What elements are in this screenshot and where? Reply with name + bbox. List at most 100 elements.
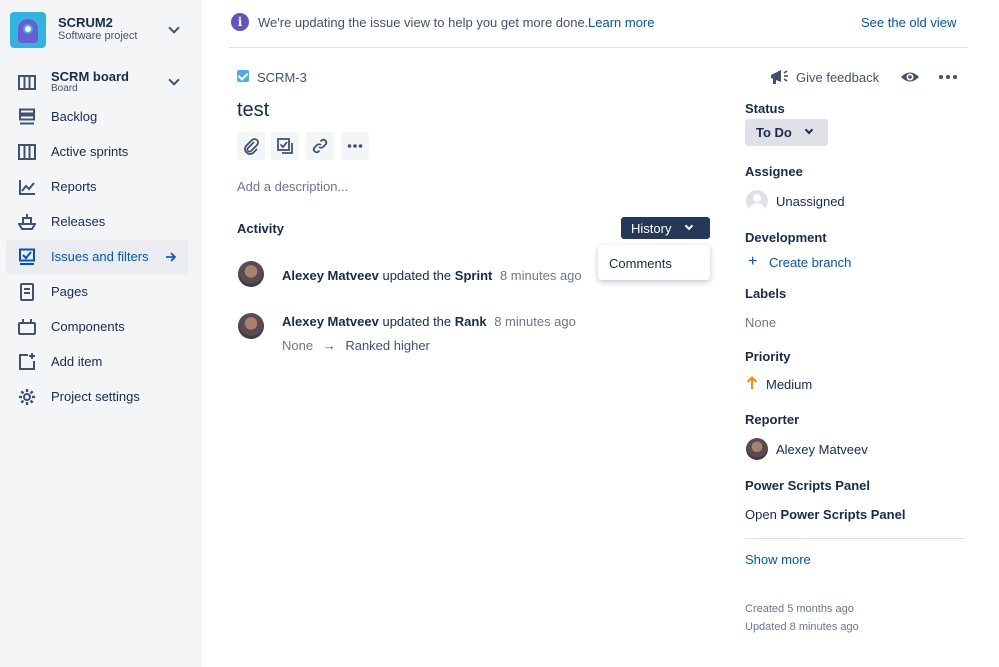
sidebar-item-label: Issues and filters bbox=[51, 249, 149, 264]
ship-icon bbox=[18, 214, 36, 230]
priority-value[interactable]: Medium bbox=[766, 377, 812, 392]
activity-heading: Activity bbox=[237, 221, 284, 236]
backlog-icon bbox=[19, 108, 35, 125]
activity-action: updated the bbox=[382, 314, 452, 329]
board-icon bbox=[18, 75, 36, 90]
chevron-down-icon bbox=[684, 221, 694, 231]
status-label: Status bbox=[745, 101, 785, 116]
issues-icon bbox=[19, 248, 35, 265]
sidebar-item-active-sprints[interactable]: Active sprints bbox=[6, 135, 188, 169]
plus-icon: + bbox=[748, 253, 758, 270]
change-to: Ranked higher bbox=[345, 338, 430, 353]
power-scripts-label: Power Scripts Panel bbox=[745, 478, 870, 493]
labels-label: Labels bbox=[745, 286, 787, 301]
chevron-down-icon bbox=[804, 125, 814, 135]
activity-filter-menu: Comments bbox=[598, 245, 710, 280]
activity-field: Rank bbox=[454, 314, 487, 329]
project-type: Software project bbox=[58, 30, 138, 42]
learn-more-link[interactable]: Learn more bbox=[588, 15, 654, 30]
chart-icon bbox=[19, 180, 35, 195]
activity-filter-label: History bbox=[631, 221, 672, 236]
reporter-label: Reporter bbox=[745, 412, 800, 427]
sidebar-item-releases[interactable]: Releases bbox=[6, 205, 188, 239]
sidebar-item-label: Pages bbox=[51, 284, 88, 299]
unassigned-avatar bbox=[746, 190, 768, 212]
sidebar-item-pages[interactable]: Pages bbox=[6, 275, 188, 309]
issue-key-link[interactable]: SCRM-3 bbox=[257, 70, 307, 85]
components-icon bbox=[18, 319, 36, 335]
sidebar-item-add-item[interactable]: Add item bbox=[6, 345, 188, 379]
sidebar-item-sublabel: Board bbox=[51, 83, 78, 94]
activity-author[interactable]: Alexey Matveev bbox=[282, 268, 379, 283]
banner-text: We're updating the issue view to help yo… bbox=[258, 15, 589, 30]
sidebar-item-backlog[interactable]: Backlog bbox=[6, 100, 188, 134]
info-icon: i bbox=[231, 13, 249, 31]
chevron-down-icon bbox=[168, 22, 180, 34]
sidebar-item-components[interactable]: Components bbox=[6, 310, 188, 344]
task-type-icon[interactable] bbox=[237, 70, 249, 82]
activity-author[interactable]: Alexey Matveev bbox=[282, 314, 379, 329]
arrow-right-icon bbox=[166, 252, 177, 262]
reporter-value[interactable]: Alexey Matveev bbox=[776, 442, 868, 457]
project-avatar bbox=[10, 12, 46, 48]
sidebar-item-label: Active sprints bbox=[51, 144, 129, 159]
sidebar-item-label: Add item bbox=[51, 354, 103, 369]
sidebar: SCRUM2 Software project SCRM board Board… bbox=[0, 0, 202, 667]
assignee-value[interactable]: Unassigned bbox=[776, 194, 845, 209]
status-dropdown[interactable]: To Do bbox=[745, 119, 828, 146]
show-more-link[interactable]: Show more bbox=[745, 552, 811, 567]
add-item-icon bbox=[19, 353, 35, 370]
sidebar-item-label: Project settings bbox=[51, 389, 140, 404]
menu-item-comments[interactable]: Comments bbox=[609, 256, 672, 271]
open-prefix: Open bbox=[745, 507, 777, 522]
attach-button[interactable] bbox=[237, 132, 265, 160]
page-icon bbox=[20, 283, 34, 301]
board-icon bbox=[18, 144, 36, 160]
project-name: SCRUM2 bbox=[58, 15, 113, 30]
avatar[interactable] bbox=[238, 261, 264, 287]
link-icon bbox=[312, 138, 328, 154]
more-icon bbox=[347, 144, 363, 148]
sidebar-item-reports[interactable]: Reports bbox=[6, 170, 188, 204]
updated-timestamp: Updated 8 minutes ago bbox=[745, 621, 859, 633]
sidebar-item-label: Releases bbox=[51, 214, 106, 229]
more-icon[interactable] bbox=[938, 74, 958, 80]
status-value: To Do bbox=[756, 125, 792, 140]
development-label: Development bbox=[745, 230, 827, 245]
give-feedback-button[interactable]: Give feedback bbox=[796, 70, 879, 85]
see-old-view-link[interactable]: See the old view bbox=[861, 15, 956, 30]
sidebar-item-label: Reports bbox=[51, 179, 97, 194]
divider bbox=[745, 538, 965, 539]
link-issue-button[interactable] bbox=[306, 132, 334, 160]
chevron-down-icon bbox=[168, 74, 180, 86]
subtask-icon bbox=[277, 138, 293, 154]
priority-label: Priority bbox=[745, 349, 791, 364]
arrow-right-icon: → bbox=[322, 338, 336, 353]
project-switcher[interactable]: SCRUM2 Software project bbox=[10, 10, 195, 50]
sidebar-item-board[interactable]: SCRM board Board bbox=[6, 64, 188, 100]
open-power-scripts-link[interactable]: Open Power Scripts Panel bbox=[745, 507, 905, 522]
more-actions-button[interactable] bbox=[341, 132, 369, 160]
avatar[interactable] bbox=[238, 313, 264, 339]
activity-entry: Alexey Matveev updated the Sprint 8 minu… bbox=[282, 268, 582, 283]
megaphone-icon bbox=[771, 70, 788, 84]
description-placeholder[interactable]: Add a description... bbox=[237, 179, 348, 194]
issue-title[interactable]: test bbox=[237, 99, 269, 122]
avatar bbox=[746, 438, 768, 460]
sidebar-item-label: Components bbox=[51, 319, 125, 334]
open-panel-name: Power Scripts Panel bbox=[780, 507, 906, 522]
add-child-issue-button[interactable] bbox=[271, 132, 299, 160]
activity-action: updated the bbox=[382, 268, 452, 283]
activity-filter-dropdown[interactable]: History bbox=[621, 217, 710, 239]
sidebar-item-issues-and-filters[interactable]: Issues and filters bbox=[6, 240, 188, 274]
assignee-label: Assignee bbox=[745, 164, 803, 179]
activity-field: Sprint bbox=[454, 268, 493, 283]
sidebar-item-label: Backlog bbox=[51, 109, 98, 124]
activity-time: 8 minutes ago bbox=[494, 314, 576, 329]
divider bbox=[229, 47, 968, 48]
sidebar-item-label: SCRM board bbox=[51, 69, 129, 84]
watch-eye-icon[interactable] bbox=[900, 68, 920, 86]
create-branch-link[interactable]: Create branch bbox=[769, 255, 851, 270]
labels-value[interactable]: None bbox=[745, 315, 776, 330]
sidebar-item-project-settings[interactable]: Project settings bbox=[6, 380, 188, 414]
